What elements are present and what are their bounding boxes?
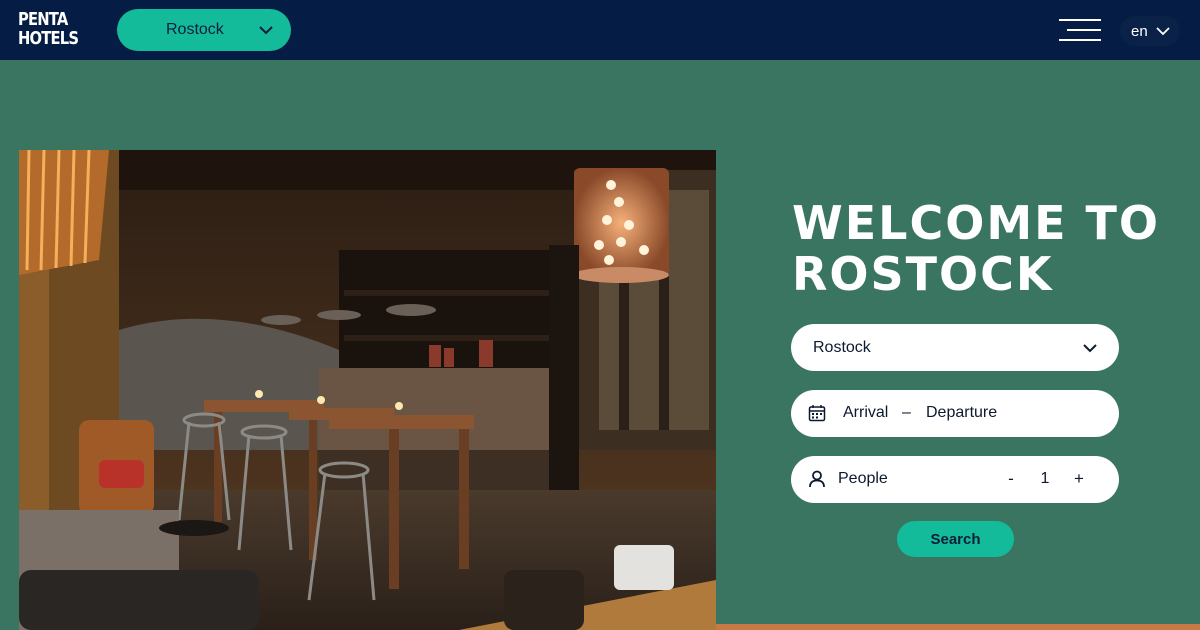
arrival-date-field[interactable]: Arrival [843, 404, 888, 422]
welcome-title-line-1: WELCOME TO [792, 196, 1161, 250]
logo-line-1: PENTA [18, 9, 68, 30]
date-range-field[interactable]: Arrival – Departure [791, 390, 1119, 437]
hotel-city-value: Rostock [813, 338, 871, 356]
hero-image [19, 150, 716, 630]
people-label: People [838, 470, 888, 487]
decrement-people-button[interactable]: - [1001, 467, 1021, 491]
header-city-label: Rostock [166, 21, 224, 38]
hotel-lounge-illustration [19, 150, 716, 630]
menu-line-top [1059, 19, 1101, 21]
menu-line-bottom [1059, 39, 1101, 41]
departure-date-field[interactable]: Departure [926, 404, 997, 422]
people-count: 1 [1040, 470, 1050, 487]
logo-line-2: HOTELS [18, 28, 79, 49]
language-label: en [1131, 22, 1148, 40]
hamburger-menu-button[interactable] [1057, 16, 1103, 44]
chevron-down-icon [1083, 344, 1097, 353]
top-header: PENTA HOTELS Rostock en [0, 0, 1200, 60]
bottom-accent-strip [716, 624, 1200, 630]
chevron-down-icon [259, 26, 273, 35]
menu-line-middle [1067, 29, 1101, 31]
search-button[interactable]: Search [897, 521, 1014, 557]
language-selector[interactable]: en [1120, 16, 1180, 46]
header-city-selector[interactable]: Rostock [117, 9, 291, 51]
person-icon [809, 470, 825, 488]
chevron-down-icon [1156, 27, 1170, 36]
hotel-city-select[interactable]: Rostock [791, 324, 1119, 371]
calendar-icon [808, 405, 826, 422]
date-separator: – [902, 404, 911, 421]
increment-people-button[interactable]: + [1069, 467, 1089, 491]
penta-hotels-logo[interactable]: PENTA HOTELS [18, 9, 79, 50]
people-field: People - 1 + [791, 456, 1119, 503]
welcome-title-line-2: ROSTOCK [792, 247, 1054, 301]
welcome-title: WELCOME TO ROSTOCK [792, 198, 1172, 300]
